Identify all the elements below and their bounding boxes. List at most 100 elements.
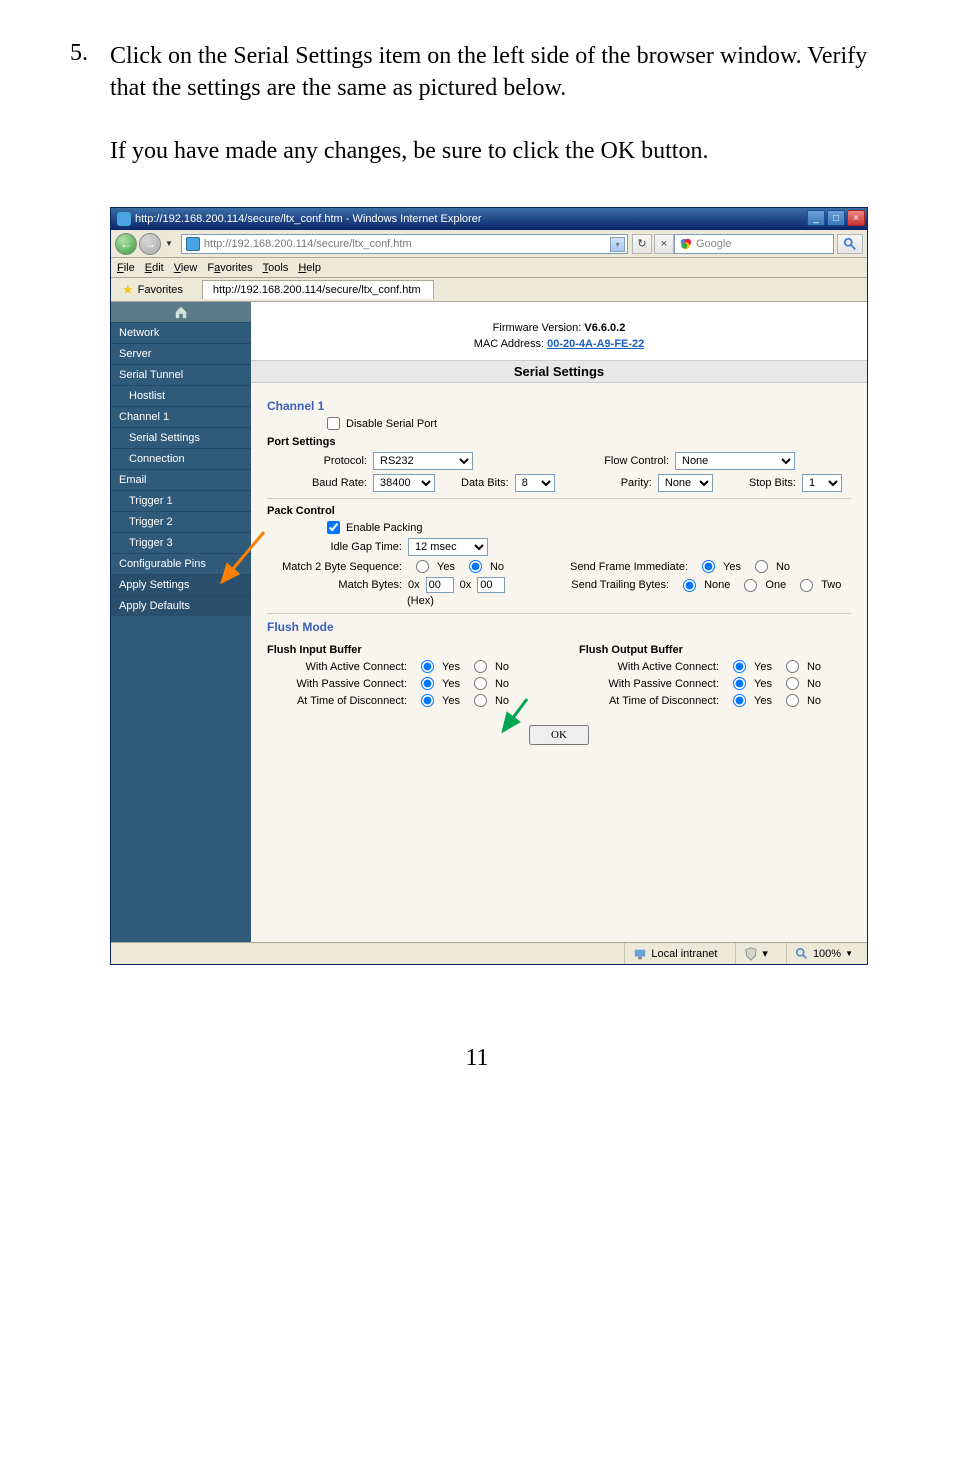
- stb-label: Send Trailing Bytes:: [571, 579, 669, 591]
- match-byte-1[interactable]: [426, 577, 454, 593]
- fib-wac-label: With Active Connect:: [267, 661, 407, 673]
- fib-wpc-no[interactable]: [474, 677, 487, 690]
- none-label: None: [704, 579, 730, 591]
- fob-wpc-yes[interactable]: [733, 677, 746, 690]
- menu-tools[interactable]: Tools: [263, 262, 289, 274]
- protected-drop[interactable]: ▾: [762, 947, 768, 960]
- sidebar-item-hostlist[interactable]: Hostlist: [111, 385, 251, 406]
- m2b-yes-radio[interactable]: [416, 560, 429, 573]
- fob-wac-no[interactable]: [786, 660, 799, 673]
- maximize-button[interactable]: □: [827, 210, 845, 226]
- sfi-yes-radio[interactable]: [702, 560, 715, 573]
- ie-icon: [117, 212, 131, 226]
- sidebar-home[interactable]: [111, 302, 251, 322]
- stb-none-radio[interactable]: [683, 579, 696, 592]
- sfi-no-radio[interactable]: [755, 560, 768, 573]
- page-favicon: [186, 237, 200, 251]
- flow-label: Flow Control:: [519, 455, 669, 467]
- baud-select[interactable]: 38400: [373, 474, 435, 492]
- sidebar-item-network[interactable]: Network: [111, 322, 251, 343]
- sidebar-item-trigger-2[interactable]: Trigger 2: [111, 511, 251, 532]
- protocol-select[interactable]: RS232: [373, 452, 473, 470]
- fib-wac-yes[interactable]: [421, 660, 434, 673]
- close-button[interactable]: ×: [847, 210, 865, 226]
- sfi-label: Send Frame Immediate:: [570, 561, 688, 573]
- back-button[interactable]: ←: [115, 233, 137, 255]
- favorites-label[interactable]: ★ Favorites: [115, 279, 190, 301]
- flush-input-heading: Flush Input Buffer: [267, 644, 539, 656]
- match-byte-2[interactable]: [477, 577, 505, 593]
- pack-control-heading: Pack Control: [267, 505, 851, 517]
- menu-view[interactable]: View: [174, 262, 198, 274]
- fob-wac-yes[interactable]: [733, 660, 746, 673]
- flow-select[interactable]: None: [675, 452, 795, 470]
- sidebar-item-server[interactable]: Server: [111, 343, 251, 364]
- yes-label: Yes: [437, 561, 455, 573]
- idle-gap-select[interactable]: 12 msec: [408, 538, 488, 556]
- sidebar-item-email[interactable]: Email: [111, 469, 251, 490]
- fib-wpc-yes[interactable]: [421, 677, 434, 690]
- address-bar[interactable]: http://192.168.200.114/secure/ltx_conf.h…: [181, 234, 628, 254]
- enable-packing-checkbox[interactable]: [327, 521, 340, 534]
- idle-gap-label: Idle Gap Time:: [267, 541, 402, 553]
- minimize-button[interactable]: _: [807, 210, 825, 226]
- tab-title: http://192.168.200.114/secure/ltx_conf.h…: [213, 284, 421, 296]
- menu-edit[interactable]: Edit: [145, 262, 164, 274]
- browser-tab[interactable]: http://192.168.200.114/secure/ltx_conf.h…: [202, 280, 434, 299]
- menu-favorites[interactable]: Favorites: [207, 262, 252, 274]
- menu-help[interactable]: Help: [298, 262, 321, 274]
- fib-atd-no[interactable]: [474, 694, 487, 707]
- stopbits-select[interactable]: 1: [802, 474, 842, 492]
- fob-atd-yes[interactable]: [733, 694, 746, 707]
- fib-atd-label: At Time of Disconnect:: [267, 695, 407, 707]
- parity-select[interactable]: None: [658, 474, 713, 492]
- favorites-bar: ★ Favorites http://192.168.200.114/secur…: [111, 278, 867, 302]
- n1: No: [495, 661, 509, 673]
- m2b-label: Match 2 Byte Sequence:: [267, 561, 402, 573]
- sidebar-item-connection[interactable]: Connection: [111, 448, 251, 469]
- stb-one-radio[interactable]: [744, 579, 757, 592]
- nav-history-drop[interactable]: ▼: [161, 239, 177, 248]
- fob-wpc-no[interactable]: [786, 677, 799, 690]
- port-settings-heading: Port Settings: [267, 436, 851, 448]
- flush-mode-heading: Flush Mode: [267, 620, 851, 634]
- browser-window: http://192.168.200.114/secure/ltx_conf.h…: [110, 207, 868, 965]
- ok-button[interactable]: OK: [529, 725, 589, 745]
- device-info: Firmware Version: V6.6.0.2 MAC Address: …: [251, 302, 867, 360]
- menu-file[interactable]: File: [117, 262, 135, 274]
- disable-serial-checkbox[interactable]: [327, 417, 340, 430]
- stb-two-radio[interactable]: [800, 579, 813, 592]
- fib-wac-no[interactable]: [474, 660, 487, 673]
- forward-button[interactable]: →: [139, 233, 161, 255]
- hex-note: (Hex): [407, 595, 434, 607]
- fob-atd-no[interactable]: [786, 694, 799, 707]
- zoom-control[interactable]: 100% ▼: [786, 943, 861, 964]
- mac-label: MAC Address:: [474, 338, 544, 350]
- mac-value-link[interactable]: 00-20-4A-A9-FE-22: [547, 338, 644, 350]
- y3: Yes: [442, 695, 460, 707]
- settings-form: Channel 1 Disable Serial Port Port Setti…: [251, 383, 867, 942]
- m2b-no-radio[interactable]: [469, 560, 482, 573]
- sidebar-item-trigger-3[interactable]: Trigger 3: [111, 532, 251, 553]
- n5: No: [807, 678, 821, 690]
- address-dropdown[interactable]: ▾: [610, 237, 625, 252]
- refresh-button[interactable]: ↻: [632, 234, 652, 254]
- fib-atd-yes[interactable]: [421, 694, 434, 707]
- yes-label-2: Yes: [723, 561, 741, 573]
- sidebar-item-serial-settings[interactable]: Serial Settings: [111, 427, 251, 448]
- databits-select[interactable]: 8: [515, 474, 555, 492]
- search-button[interactable]: [837, 234, 863, 254]
- zone-text: Local intranet: [651, 948, 717, 960]
- stop-button[interactable]: ×: [654, 234, 674, 254]
- search-box[interactable]: Google: [674, 234, 834, 254]
- databits-label: Data Bits:: [461, 477, 509, 489]
- sidebar-item-trigger-1[interactable]: Trigger 1: [111, 490, 251, 511]
- sidebar-item-apply-defaults[interactable]: Apply Defaults: [111, 595, 251, 616]
- disable-serial-label: Disable Serial Port: [346, 418, 437, 430]
- panel-title: Serial Settings: [251, 360, 867, 383]
- menu-bar: File Edit View Favorites Tools Help: [111, 258, 867, 278]
- sidebar-item-apply-settings[interactable]: Apply Settings: [111, 574, 251, 595]
- sidebar-item-channel-1[interactable]: Channel 1: [111, 406, 251, 427]
- sidebar-item-serial-tunnel[interactable]: Serial Tunnel: [111, 364, 251, 385]
- sidebar-item-configurable-pins[interactable]: Configurable Pins: [111, 553, 251, 574]
